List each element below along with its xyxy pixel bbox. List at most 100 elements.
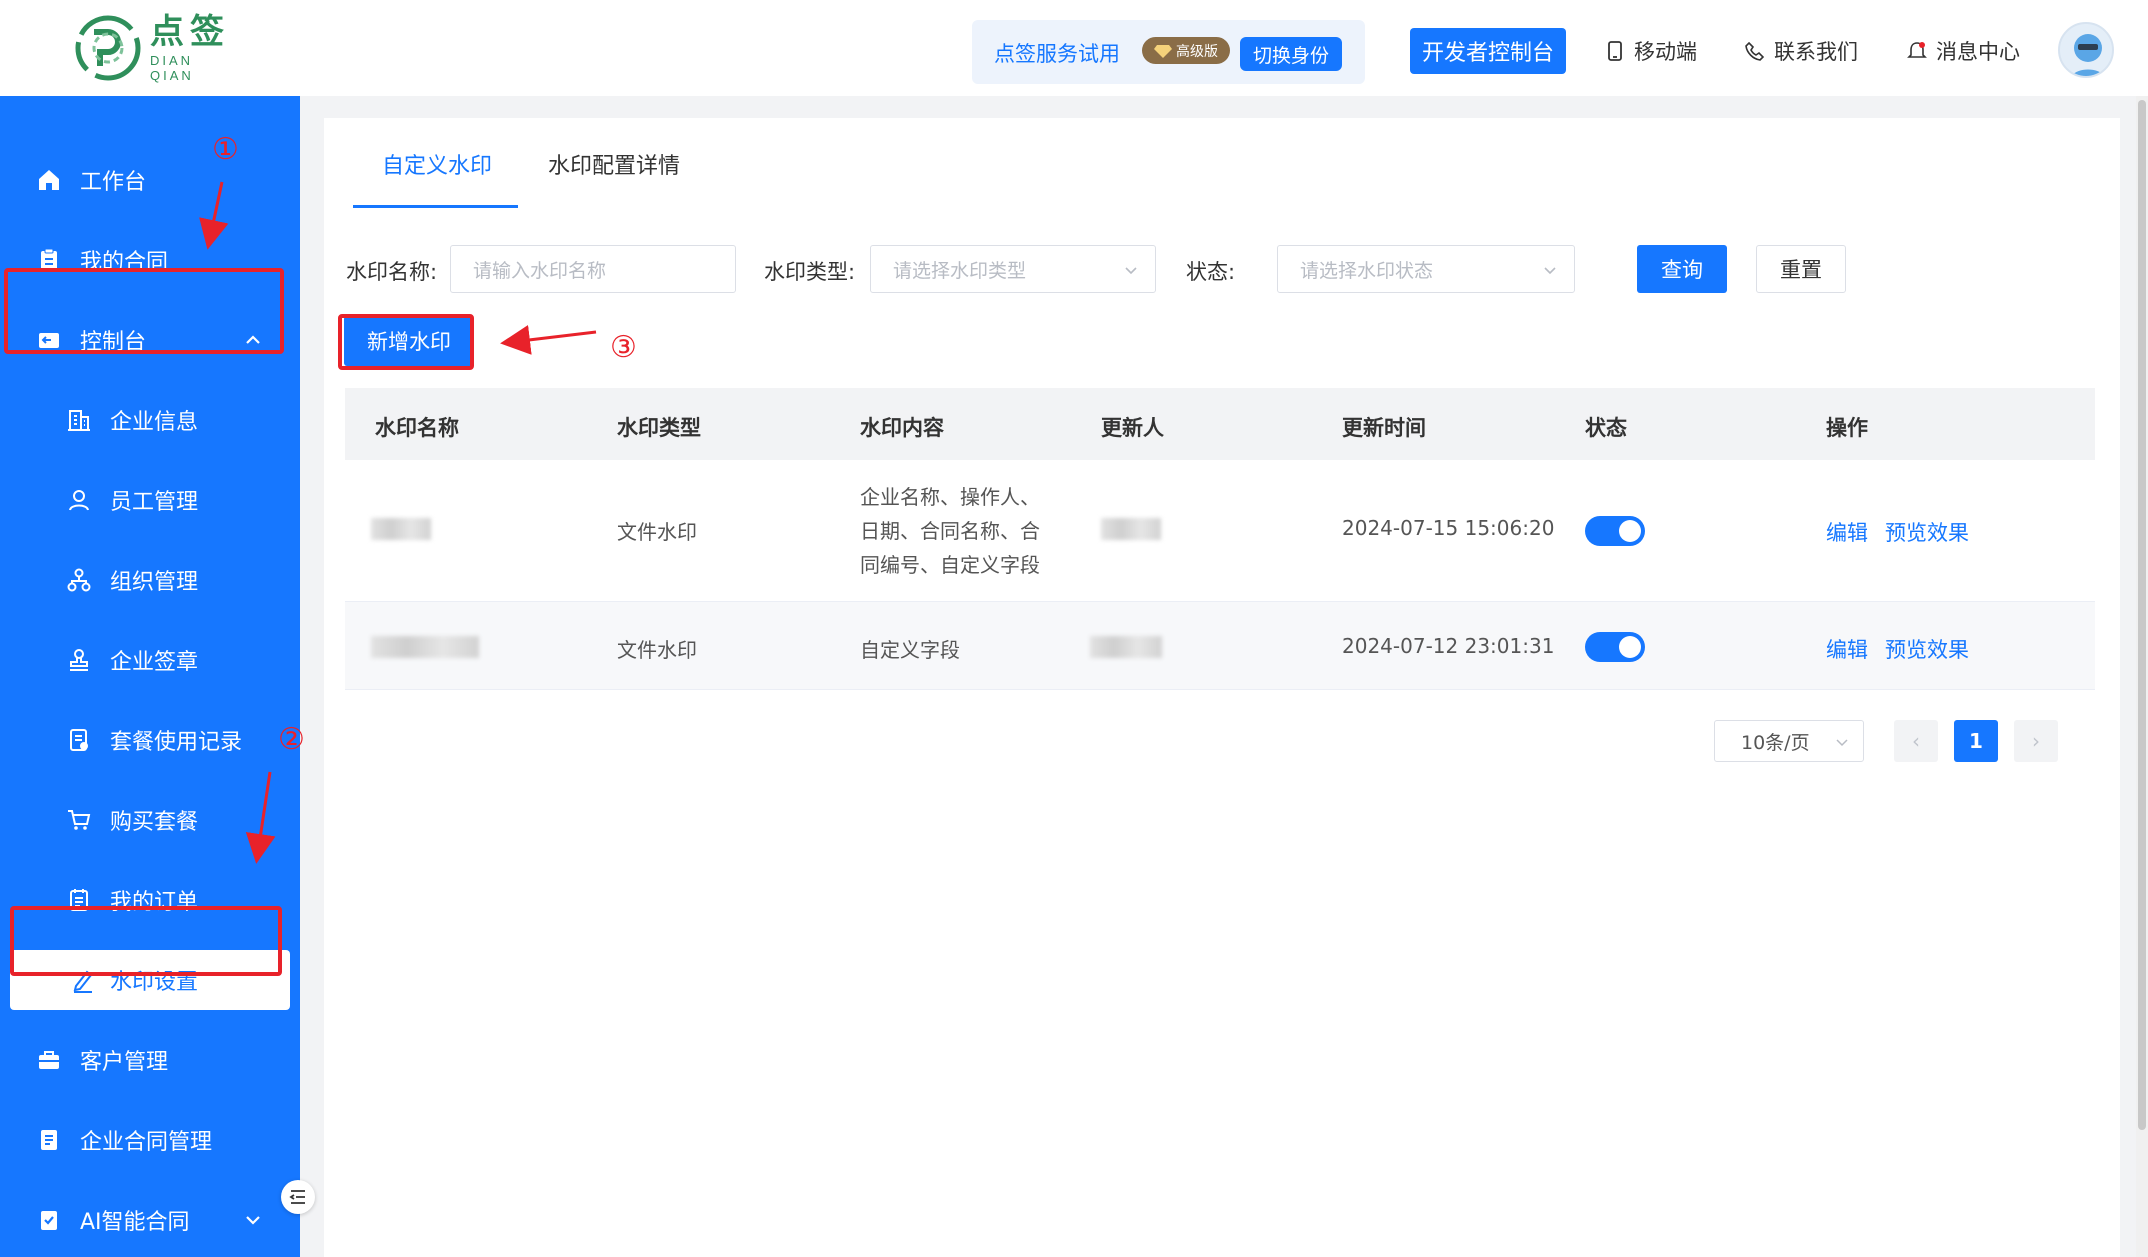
watermark-name-label: 水印名称: <box>346 260 438 284</box>
cart-icon <box>68 810 91 830</box>
content-line: 企业名称、操作人、 <box>860 485 1040 509</box>
update-time-cell: 2024-07-15 15:06:20 <box>1342 516 1555 540</box>
telephone-icon <box>1745 41 1765 61</box>
annotation-step-3: ③ <box>610 330 637 365</box>
sidebar-item-organization[interactable]: 组织管理 <box>0 550 300 610</box>
tab-custom-watermark[interactable]: 自定义水印 <box>382 148 492 180</box>
status-select[interactable]: 请选择水印状态 <box>1277 245 1575 293</box>
main-panel: 自定义水印 水印配置详情 水印名称: 请输入水印名称 水印类型: 请选择水印类型… <box>324 118 2120 1257</box>
status-label: 状态: <box>1186 260 1236 284</box>
page-size-select[interactable]: 10条/页 <box>1714 720 1864 762</box>
brand-name: 点签 <box>150 12 230 52</box>
premium-badge: 高级版 <box>1142 37 1230 64</box>
table-header: 水印名称 水印类型 水印内容 更新人 更新时间 状态 操作 <box>345 388 2095 460</box>
watermark-name-input[interactable]: 请输入水印名称 <box>450 245 736 293</box>
contact-link[interactable]: 联系我们 <box>1744 36 1858 66</box>
sidebar-item-enterprise-contracts[interactable]: 企业合同管理 <box>0 1110 300 1170</box>
messages-label: 消息中心 <box>1936 40 2020 64</box>
status-placeholder: 请选择水印状态 <box>1300 259 1434 282</box>
message-center-link[interactable]: 消息中心 <box>1906 36 2020 66</box>
sidebar-item-label: 企业信息 <box>110 410 199 435</box>
brand-logo[interactable]: 点签 DIAN QIAN <box>74 12 234 83</box>
sidebar-item-workbench[interactable]: 工作台 <box>0 150 300 210</box>
sidebar-collapse-button[interactable] <box>281 1180 315 1214</box>
watermark-content-cell: 自定义字段 <box>860 638 960 662</box>
building-icon <box>68 410 90 431</box>
page-1-button[interactable]: 1 <box>1954 720 1998 762</box>
annotation-box-add-watermark <box>338 314 474 370</box>
tab-watermark-config-details[interactable]: 水印配置详情 <box>548 148 680 180</box>
reset-button[interactable]: 重置 <box>1756 245 1846 293</box>
watermark-type-label: 水印类型: <box>764 260 856 284</box>
developer-console-button[interactable]: 开发者控制台 <box>1410 28 1566 74</box>
user-icon <box>69 490 89 511</box>
home-icon <box>39 170 59 190</box>
redacted-updater <box>1090 636 1162 658</box>
sidebar-item-label: AI智能合同 <box>80 1210 190 1235</box>
column-header: 更新时间 <box>1342 416 1426 440</box>
table-row: 文件水印 自定义字段 2024-07-12 23:01:31 编辑 预览效果 <box>345 602 2095 690</box>
bell-icon <box>1907 42 1927 58</box>
status-toggle[interactable] <box>1585 516 1645 546</box>
briefcase-icon <box>39 1051 59 1069</box>
column-header: 水印类型 <box>617 416 701 440</box>
annotation-box-console <box>4 268 284 354</box>
preview-link[interactable]: 预览效果 <box>1885 634 1969 664</box>
sidebar-item-label: 工作台 <box>80 170 147 195</box>
switch-identity-button[interactable]: 切换身份 <box>1240 37 1342 71</box>
sidebar-item-label: 企业签章 <box>110 650 199 675</box>
sidebar-item-customers[interactable]: 客户管理 <box>0 1030 300 1090</box>
record-icon <box>70 729 88 751</box>
sidebar-item-label: 企业合同管理 <box>80 1130 213 1155</box>
sidebar-item-label: 客户管理 <box>80 1050 169 1075</box>
column-header: 更新人 <box>1101 416 1164 440</box>
update-time-cell: 2024-07-12 23:01:31 <box>1342 634 1555 658</box>
preview-link[interactable]: 预览效果 <box>1885 517 1969 547</box>
sidebar-item-company-info[interactable]: 企业信息 <box>0 390 300 450</box>
annotation-step-2: ② <box>278 722 305 757</box>
diamond-icon <box>1154 44 1172 58</box>
next-page-button[interactable]: › <box>2014 720 2058 762</box>
mobile-link[interactable]: 移动端 <box>1604 36 1697 66</box>
sidebar-item-ai-contract[interactable]: AI智能合同 <box>0 1190 300 1250</box>
column-header: 操作 <box>1826 416 1868 440</box>
sidebar-item-plan-records[interactable]: 套餐使用记录 <box>0 710 300 770</box>
column-header: 水印内容 <box>860 416 944 440</box>
edit-link[interactable]: 编辑 <box>1826 517 1868 547</box>
watermark-type-cell: 文件水印 <box>617 520 697 544</box>
sidebar-item-company-seal[interactable]: 企业签章 <box>0 630 300 690</box>
top-header: 点签 DIAN QIAN 点签服务试用 高级版 切换身份 开发者控制台 移动端 … <box>0 0 2148 96</box>
chevron-down-icon <box>1125 267 1137 275</box>
user-avatar[interactable] <box>2058 22 2114 78</box>
sidebar-item-buy-plan[interactable]: 购买套餐 <box>0 790 300 850</box>
sidebar-item-label: 员工管理 <box>110 490 199 515</box>
sidebar-item-staff[interactable]: 员工管理 <box>0 470 300 530</box>
status-toggle[interactable] <box>1585 632 1645 662</box>
logo-mark-icon <box>74 14 142 82</box>
scrollbar-thumb[interactable] <box>2138 100 2146 1130</box>
mobile-label: 移动端 <box>1634 40 1697 64</box>
prev-page-button[interactable]: ‹ <box>1894 720 1938 762</box>
query-button[interactable]: 查询 <box>1637 245 1727 293</box>
chevron-down-icon <box>246 1216 260 1225</box>
redacted-name <box>371 518 431 540</box>
content-line: 同编号、自定义字段 <box>860 553 1040 577</box>
redacted-updater <box>1101 518 1161 540</box>
chevron-down-icon <box>1544 267 1556 275</box>
stamp-icon <box>70 649 88 671</box>
chevron-down-icon <box>1836 739 1848 747</box>
watermark-type-select[interactable]: 请选择水印类型 <box>870 245 1156 293</box>
trial-text[interactable]: 点签服务试用 <box>994 38 1120 68</box>
document-icon <box>41 1130 57 1150</box>
content-line: 日期、合同名称、合 <box>860 519 1040 543</box>
annotation-box-watermark-settings <box>10 906 282 976</box>
watermark-name-placeholder: 请输入水印名称 <box>473 259 607 282</box>
watermark-type-cell: 文件水印 <box>617 638 697 662</box>
column-header: 水印名称 <box>375 416 459 440</box>
annotation-step-1: ① <box>212 132 239 167</box>
watermark-type-placeholder: 请选择水印类型 <box>893 259 1027 282</box>
edit-link[interactable]: 编辑 <box>1826 634 1868 664</box>
org-icon <box>67 568 91 592</box>
table-row: 文件水印 企业名称、操作人、 日期、合同名称、合 同编号、自定义字段 2024-… <box>345 460 2095 602</box>
sidebar-item-label: 组织管理 <box>110 570 199 595</box>
